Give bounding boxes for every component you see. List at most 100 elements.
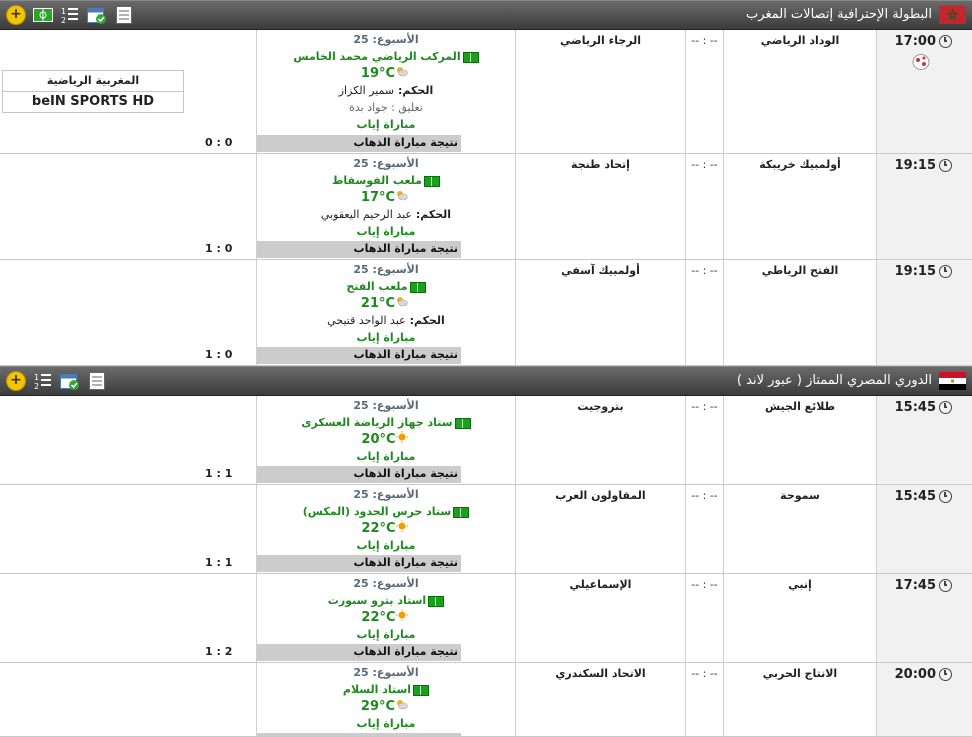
week-line: الأسبوع: 25 (257, 486, 515, 503)
second-leg-line: مباراة إياب (257, 329, 515, 346)
calendar-icon[interactable] (60, 371, 80, 391)
match-row: 17:45 إنبي -- : -- الإسماعيلي الأسبوع: 25 است… (0, 574, 972, 663)
pitch-icon[interactable] (33, 5, 53, 25)
list-icon[interactable] (87, 371, 107, 391)
league-title[interactable]: الدوري المصري الممتاز ( عبور لاند ) (737, 373, 932, 388)
score-cell: -- : -- (685, 260, 723, 365)
match-row: 19:15 أولمبيك خريبكة -- : -- إتحاد طنجة الأس… (0, 154, 972, 260)
home-team[interactable]: طلائع الجيش (724, 400, 876, 413)
away-team[interactable]: أولمبيك آسفي (516, 264, 685, 277)
away-team[interactable]: الرجاء الرياضي (516, 34, 685, 47)
stadium-line[interactable]: المركب الرياضي محمد الخامس (257, 48, 515, 65)
away-team-cell: أولمبيك آسفي (515, 260, 685, 365)
tv-cell (0, 154, 256, 259)
time-cell: 15:45 (876, 396, 972, 484)
second-leg-line: مباراة إياب (257, 448, 515, 465)
standings-icon[interactable]: 12 (60, 5, 80, 25)
first-leg-label: نتيجة مباراة الذهاب (353, 467, 458, 480)
temperature-value: 29°C (360, 699, 396, 714)
kickoff-time: 15:45 (895, 400, 952, 415)
stadium-line[interactable]: ستاد جهاز الرياضة العسكرى (257, 414, 515, 431)
kickoff-time: 17:00 (895, 34, 952, 49)
away-team[interactable]: إتحاد طنجة (516, 158, 685, 171)
stadium-line[interactable]: ستاد حرس الحدود (المكس) (257, 503, 515, 520)
standings-icon[interactable]: 12 (33, 371, 53, 391)
second-leg-link[interactable]: مباراة إياب (357, 331, 416, 344)
match-info-cell: الأسبوع: 25 استاد السلام 29°C مباراة إياب (256, 663, 515, 736)
stadium-line[interactable]: ملعب الفوسفاط (257, 172, 515, 189)
svg-text:1: 1 (34, 373, 39, 382)
live-score: -- : -- (691, 34, 718, 47)
temperature-line: 29°C (257, 698, 515, 715)
cloudy-sun-icon (395, 189, 408, 206)
score-cell: -- : -- (685, 30, 723, 153)
plus-icon[interactable]: + (6, 5, 26, 25)
second-leg-link[interactable]: مباراة إياب (357, 118, 416, 131)
temperature-line: 21°C (257, 295, 515, 312)
league-title[interactable]: البطولة الإحترافية إتصالات المغرب (746, 7, 932, 22)
away-team[interactable]: بتروجيت (516, 400, 685, 413)
match-row: 15:45 طلائع الجيش -- : -- بتروجيت الأسبوع: 2… (0, 396, 972, 485)
league-header: البطولة الإحترافية إتصالات المغرب +1 2 (0, 0, 972, 30)
away-team[interactable]: المقاولون العرب (516, 489, 685, 502)
time-value: 20:00 (894, 667, 936, 682)
temperature-value: 22°C (361, 521, 396, 536)
home-team[interactable]: سموحة (724, 489, 876, 502)
league-header: الدوري المصري الممتاز ( عبور لاند ) +1 2 (0, 366, 972, 396)
home-team[interactable]: أولمبيك خريبكة (724, 158, 876, 171)
first-leg-label: نتيجة مباراة الذهاب (353, 136, 458, 149)
plus-symbol: + (6, 371, 26, 391)
stadium-name: ستاد حرس الحدود (المكس) (302, 505, 452, 518)
stadium-icon (462, 51, 479, 63)
first-leg-label: نتيجة مباراة الذهاب (353, 348, 458, 361)
temperature-line: 19°C (257, 65, 515, 82)
home-team-cell: الفتح الرياطي (723, 260, 876, 365)
week-label: الأسبوع: (372, 33, 419, 46)
first-leg-result: نتيجة مباراة الذهاب (257, 555, 461, 572)
home-team-cell: الانتاج الحربي (723, 663, 876, 736)
cloudy-sun-icon (395, 295, 408, 312)
home-team[interactable]: الوداد الرياضي (724, 34, 876, 47)
home-team[interactable]: إنبي (724, 578, 876, 591)
away-team-cell: إتحاد طنجة (515, 154, 685, 259)
week-label: الأسبوع: (372, 157, 419, 170)
home-team[interactable]: الفتح الرياطي (724, 264, 876, 277)
match-info: الأسبوع: 25 ملعب الفوسفاط 17°C الحكم: عبد ا… (257, 154, 515, 240)
stadium-name: ملعب الفتح (346, 280, 408, 293)
home-team[interactable]: الانتاج الحربي (724, 667, 876, 680)
stadium-line[interactable]: استاد السلام (257, 681, 515, 698)
tv-cell: المغربية الرياضية beIN SPORTS HD (0, 30, 256, 153)
clock-icon (939, 265, 952, 278)
second-leg-link[interactable]: مباراة إياب (357, 539, 416, 552)
tv-channel[interactable]: beIN SPORTS HD (3, 92, 183, 112)
temperature-value: 22°C (361, 610, 396, 625)
tv-channel[interactable]: المغربية الرياضية (3, 71, 183, 92)
score-cell: -- : -- (685, 663, 723, 736)
week-line: الأسبوع: 25 (257, 664, 515, 681)
second-leg-link[interactable]: مباراة إياب (357, 717, 416, 730)
time-cell: 17:45 (876, 574, 972, 662)
away-team-cell: بتروجيت (515, 396, 685, 484)
temperature-line: 22°C (257, 520, 515, 537)
stadium-line[interactable]: استاد بترو سبورت (257, 592, 515, 609)
score-cell: -- : -- (685, 574, 723, 662)
temperature-value: 21°C (360, 296, 396, 311)
week-label: الأسبوع: (372, 488, 419, 501)
second-leg-link[interactable]: مباراة إياب (357, 225, 416, 238)
time-cell: 19:15 (876, 260, 972, 365)
calendar-icon[interactable] (87, 5, 107, 25)
tv-cell (0, 574, 256, 662)
match-info: الأسبوع: 25 المركب الرياضي محمد الخامس 19°… (257, 30, 515, 133)
fixtures-page: البطولة الإحترافية إتصالات المغرب +1 2 17:0… (0, 0, 972, 737)
stadium-icon (413, 684, 430, 696)
second-leg-link[interactable]: مباراة إياب (357, 450, 416, 463)
second-leg-link[interactable]: مباراة إياب (357, 628, 416, 641)
league-tools: +1 2 (6, 371, 107, 391)
stadium-line[interactable]: ملعب الفتح (257, 278, 515, 295)
away-team[interactable]: الإسماعيلي (516, 578, 685, 591)
away-team[interactable]: الاتحاد السكندري (516, 667, 685, 680)
time-value: 19:15 (894, 158, 936, 173)
league-tools: +1 2 (6, 5, 134, 25)
list-icon[interactable] (114, 5, 134, 25)
plus-icon[interactable]: + (6, 371, 26, 391)
